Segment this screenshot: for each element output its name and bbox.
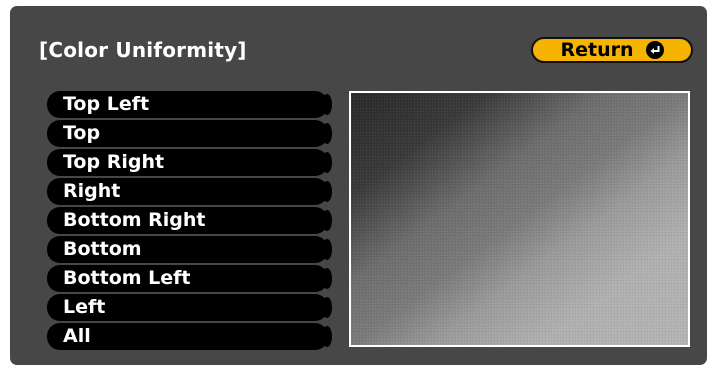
- menu-item-top-right[interactable]: Top Right: [47, 149, 332, 176]
- menu-item-right[interactable]: Right: [47, 178, 332, 205]
- uniformity-preview: [349, 91, 690, 347]
- menu-item-bottom[interactable]: Bottom: [47, 236, 332, 263]
- menu-item-all[interactable]: All: [47, 323, 332, 350]
- menu-item-top-left[interactable]: Top Left: [47, 91, 332, 118]
- enter-icon: [645, 41, 664, 59]
- menu-item-top[interactable]: Top: [47, 120, 332, 147]
- return-button[interactable]: Return: [531, 37, 693, 63]
- gradient-preview-image: [351, 93, 688, 345]
- adjustment-area-list: Top Left Top Top Right Right Bottom Righ…: [47, 91, 332, 352]
- menu-item-bottom-left[interactable]: Bottom Left: [47, 265, 332, 292]
- menu-item-bottom-right[interactable]: Bottom Right: [47, 207, 332, 234]
- color-uniformity-dialog: [Color Uniformity] Return Top Left Top T…: [10, 6, 707, 365]
- menu-item-left[interactable]: Left: [47, 294, 332, 321]
- return-button-label: Return: [560, 39, 634, 61]
- dialog-title: [Color Uniformity]: [39, 38, 247, 62]
